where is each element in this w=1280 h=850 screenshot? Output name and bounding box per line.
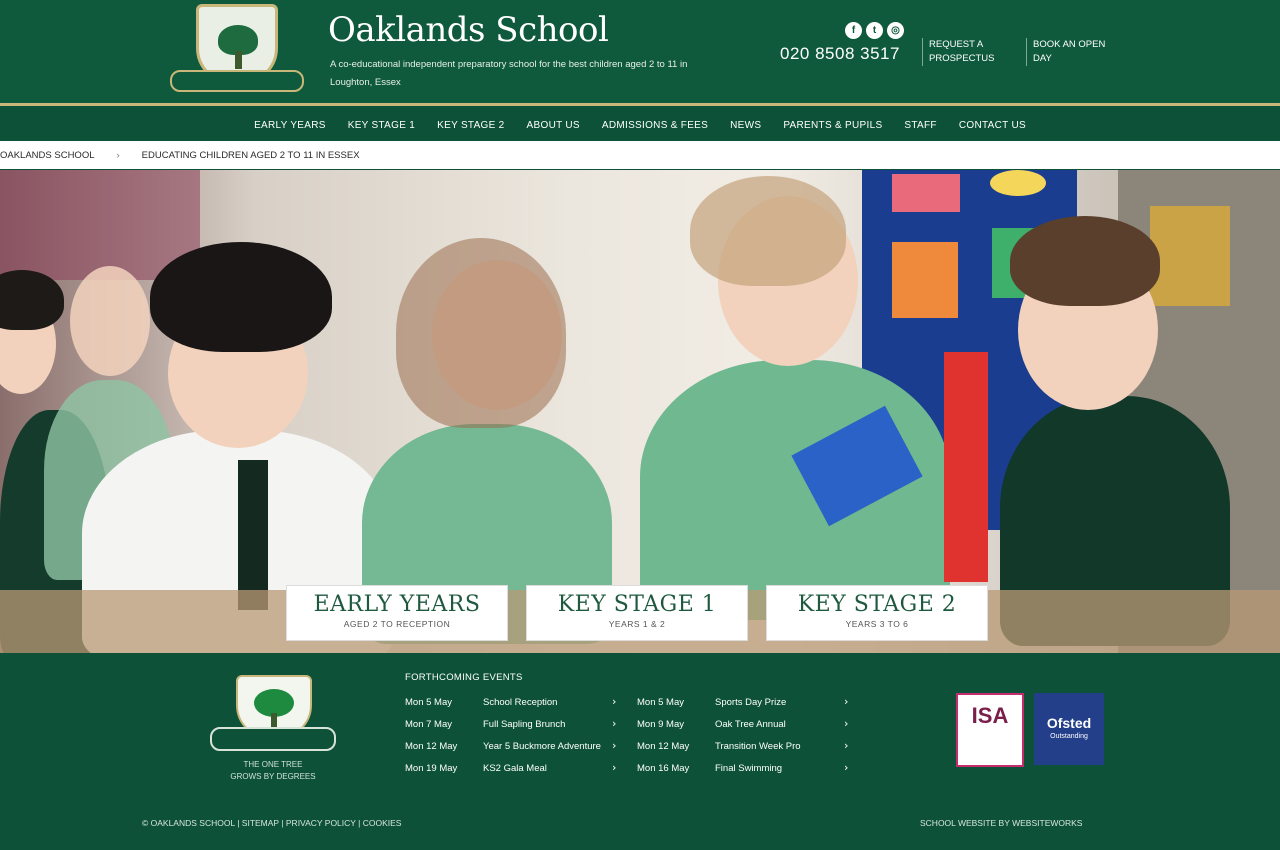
event-name: Year 5 Buckmore Adventure bbox=[483, 741, 601, 752]
key-stage-1-button[interactable]: KEY STAGE 1 YEARS 1 & 2 bbox=[526, 585, 748, 641]
nav-item-parents-pupils[interactable]: PARENTS & PUPILS bbox=[772, 120, 893, 131]
breadcrumb: OAKLANDS SCHOOL › EDUCATING CHILDREN AGE… bbox=[0, 141, 1280, 169]
ofsted-outstanding-badge[interactable]: Ofsted Outstanding bbox=[1034, 693, 1104, 765]
early-years-title: EARLY YEARS bbox=[313, 592, 481, 617]
chevron-right-icon[interactable]: › bbox=[844, 695, 848, 708]
ofsted-logo-text: Ofsted bbox=[1046, 715, 1092, 731]
nav-item-early-years[interactable]: EARLY YEARS bbox=[243, 120, 337, 131]
early-years-button[interactable]: EARLY YEARS AGED 2 TO RECEPTION bbox=[286, 585, 508, 641]
artwork-tile bbox=[990, 170, 1046, 196]
event-name: KS2 Gala Meal bbox=[483, 763, 547, 774]
event-item[interactable]: Mon 5 May School Reception bbox=[405, 697, 557, 711]
key-stage-1-subtitle: YEARS 1 & 2 bbox=[608, 619, 666, 629]
nav-item-about-us[interactable]: ABOUT US bbox=[516, 120, 591, 131]
twitter-icon[interactable]: t bbox=[866, 22, 883, 39]
nav-item-key-stage-2[interactable]: KEY STAGE 2 bbox=[426, 120, 515, 131]
oak-tree-trunk bbox=[235, 51, 242, 69]
crest-banner-scroll bbox=[170, 70, 304, 92]
nav-item-staff[interactable]: STAFF bbox=[893, 120, 947, 131]
school-tie bbox=[238, 460, 268, 610]
main-navigation: EARLY YEARS KEY STAGE 1 KEY STAGE 2 ABOU… bbox=[0, 110, 1280, 140]
artwork-tile bbox=[892, 242, 958, 318]
instagram-icon[interactable]: ◎ bbox=[887, 22, 904, 39]
hero-photo-children-classroom: EARLY YEARS AGED 2 TO RECEPTION KEY STAG… bbox=[0, 170, 1280, 653]
event-item[interactable]: Mon 12 May Transition Week Pro bbox=[637, 741, 801, 755]
site-footer: THE ONE TREE GROWS BY DEGREES FORTHCOMIN… bbox=[0, 655, 1280, 850]
book-open-day-link[interactable]: BOOK AN OPEN DAY bbox=[1026, 38, 1106, 66]
event-date: Mon 12 May bbox=[405, 741, 458, 752]
key-stage-2-button[interactable]: KEY STAGE 2 YEARS 3 TO 6 bbox=[766, 585, 988, 641]
child-hair bbox=[150, 242, 332, 352]
school-name-title[interactable]: Oaklands School bbox=[328, 10, 609, 50]
nav-item-contact-us[interactable]: CONTACT US bbox=[948, 120, 1037, 131]
event-item[interactable]: Mon 12 May Year 5 Buckmore Adventure bbox=[405, 741, 601, 755]
key-stage-2-title: KEY STAGE 2 bbox=[797, 592, 957, 617]
nav-item-key-stage-1[interactable]: KEY STAGE 1 bbox=[337, 120, 426, 131]
event-item[interactable]: Mon 7 May Full Sapling Brunch bbox=[405, 719, 565, 733]
early-years-subtitle: AGED 2 TO RECEPTION bbox=[343, 619, 451, 629]
event-item[interactable]: Mon 5 May Sports Day Prize bbox=[637, 697, 786, 711]
chevron-right-icon[interactable]: › bbox=[612, 739, 616, 752]
nav-item-news[interactable]: NEWS bbox=[719, 120, 772, 131]
key-stage-2-subtitle: YEARS 3 TO 6 bbox=[845, 619, 909, 629]
chevron-right-icon[interactable]: › bbox=[612, 695, 616, 708]
footer-links[interactable]: © OAKLANDS SCHOOL | SITEMAP | PRIVACY PO… bbox=[142, 818, 401, 828]
event-item[interactable]: Mon 16 May Final Swimming bbox=[637, 763, 782, 777]
red-toy bbox=[944, 352, 988, 582]
events-heading: FORTHCOMING EVENTS bbox=[405, 672, 523, 683]
ofsted-rating-text: Outstanding bbox=[1050, 733, 1088, 740]
event-date: Mon 7 May bbox=[405, 719, 452, 730]
header-divider bbox=[0, 103, 1280, 106]
request-prospectus-link[interactable]: REQUEST A PROSPECTUS bbox=[922, 38, 1010, 66]
event-name: School Reception bbox=[483, 697, 558, 708]
event-date: Mon 12 May bbox=[637, 741, 690, 752]
event-item[interactable]: Mon 9 May Oak Tree Annual bbox=[637, 719, 786, 733]
breadcrumb-home[interactable]: OAKLANDS SCHOOL bbox=[0, 150, 95, 161]
footer-crest-scroll bbox=[210, 727, 336, 751]
school-motto: THE ONE TREE GROWS BY DEGREES bbox=[230, 760, 316, 781]
child-hair bbox=[396, 238, 566, 428]
shelf-object bbox=[1150, 206, 1230, 306]
isa-logo-text: ISA bbox=[971, 703, 1009, 728]
chevron-right-icon[interactable]: › bbox=[612, 761, 616, 774]
event-date: Mon 16 May bbox=[637, 763, 690, 774]
event-name: Transition Week Pro bbox=[715, 741, 801, 752]
chevron-right-icon[interactable]: › bbox=[612, 717, 616, 730]
breadcrumb-current: EDUCATING CHILDREN AGED 2 TO 11 IN ESSEX bbox=[141, 149, 360, 161]
child-hair bbox=[690, 176, 846, 286]
event-name: Full Sapling Brunch bbox=[483, 719, 566, 730]
phone-number[interactable]: 020 8508 3517 bbox=[780, 44, 900, 64]
site-header: Oaklands School A co-educational indepen… bbox=[0, 0, 1280, 104]
key-stage-1-title: KEY STAGE 1 bbox=[557, 592, 717, 617]
girl-laughing bbox=[640, 360, 950, 620]
event-date: Mon 5 May bbox=[405, 697, 452, 708]
child-hair bbox=[1010, 216, 1160, 306]
breadcrumb-separator: › bbox=[116, 149, 120, 161]
child-face bbox=[70, 266, 150, 376]
facebook-icon[interactable]: f bbox=[845, 22, 862, 39]
event-date: Mon 9 May bbox=[637, 719, 684, 730]
event-item[interactable]: Mon 19 May KS2 Gala Meal bbox=[405, 763, 547, 777]
event-name: Sports Day Prize bbox=[715, 697, 787, 708]
nav-item-admissions[interactable]: ADMISSIONS & FEES bbox=[591, 120, 719, 131]
artwork-tile bbox=[892, 174, 960, 212]
event-name: Final Swimming bbox=[715, 763, 783, 774]
chevron-right-icon[interactable]: › bbox=[844, 717, 848, 730]
chevron-right-icon[interactable]: › bbox=[844, 761, 848, 774]
chevron-right-icon[interactable]: › bbox=[844, 739, 848, 752]
event-name: Oak Tree Annual bbox=[715, 719, 786, 730]
event-date: Mon 19 May bbox=[405, 763, 458, 774]
social-links: f t ◎ bbox=[845, 22, 904, 39]
website-credit[interactable]: SCHOOL WEBSITE BY WEBSITEWORKS bbox=[920, 818, 1082, 828]
isa-accreditation-badge[interactable]: ISA bbox=[956, 693, 1024, 767]
event-date: Mon 5 May bbox=[637, 697, 684, 708]
school-tagline: A co-educational independent preparatory… bbox=[330, 59, 688, 88]
